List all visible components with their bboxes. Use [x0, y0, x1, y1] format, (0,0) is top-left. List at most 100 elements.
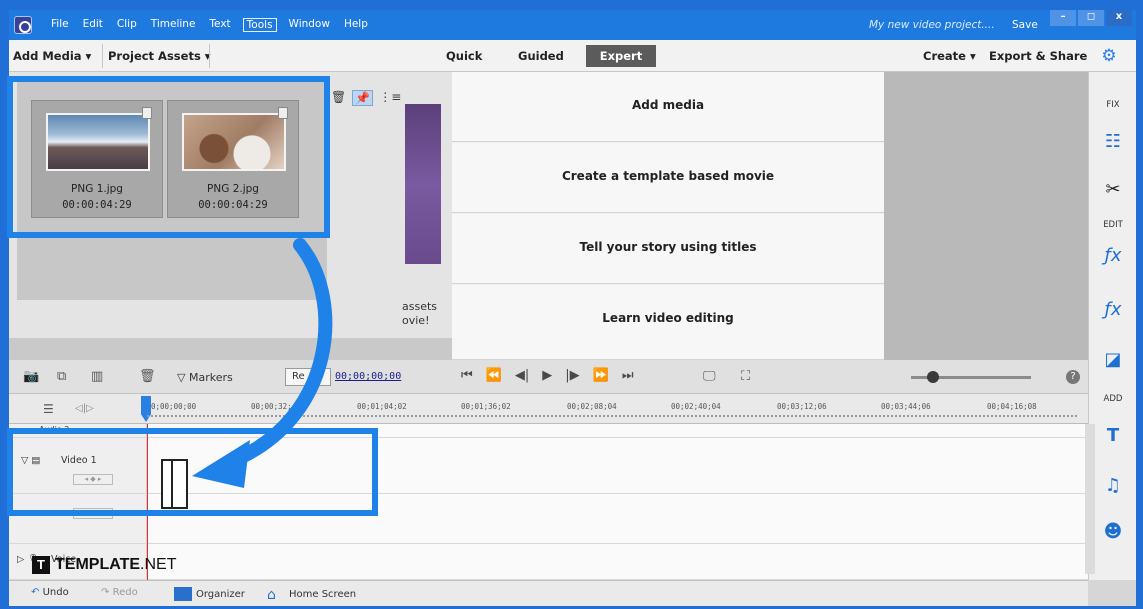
ruler-tick: 00;01;04;02 [357, 402, 407, 411]
render-button[interactable]: Re [285, 368, 331, 386]
main-toolbar: Add Media ▾ Project Assets ▾ Quick Guide… [9, 40, 1136, 72]
redo-label: Redo [112, 587, 138, 598]
zoom-slider[interactable] [885, 371, 1055, 383]
timeline-scrollbar[interactable] [1085, 424, 1095, 574]
project-name: My new video project.... [869, 19, 995, 31]
panel-menu-icon[interactable]: ⋮≡ [379, 90, 401, 106]
help-icon[interactable]: ? [1066, 370, 1080, 384]
guide-add-media[interactable]: Add media [452, 72, 884, 142]
redo-button[interactable]: ↷ Redo [101, 587, 138, 598]
effects-icon[interactable]: ƒx [1100, 298, 1126, 322]
guide-label: Tell your story using titles [579, 240, 757, 254]
menu-clip[interactable]: Clip [115, 18, 139, 32]
caption-line: ovie! [402, 314, 430, 327]
fast-forward-icon[interactable]: ⏩ [593, 368, 609, 383]
pin-icon[interactable]: 📌 [352, 90, 374, 106]
applied-effects-icon[interactable]: ƒx [1100, 244, 1126, 268]
organizer-label: Organizer [196, 589, 245, 600]
go-to-end-icon[interactable]: ⏭ [622, 368, 634, 383]
menu-help[interactable]: Help [342, 18, 370, 32]
minimize-button[interactable]: – [1050, 10, 1076, 26]
menu-edit[interactable]: Edit [81, 18, 105, 32]
home-screen-button[interactable]: ⌂ Home Screen [267, 587, 357, 603]
watermark-logo-icon: T [32, 556, 50, 574]
fit-icon[interactable]: ⛶ [741, 369, 750, 384]
step-back-icon[interactable]: ◀| [515, 368, 529, 383]
undo-icon: ↶ [31, 587, 40, 598]
rewind-icon[interactable]: ⏪ [486, 368, 502, 383]
timecode-display[interactable]: 00;00;00;00 [335, 371, 401, 382]
adjust-icon[interactable]: ☷ [1100, 130, 1126, 154]
ruler-scale [147, 415, 1077, 419]
assets-caption: assets ovie! [402, 300, 437, 328]
menu-bar: File Edit Clip Timeline Text Tools Windo… [49, 18, 370, 32]
panel-footer [9, 338, 452, 360]
guide-template-movie[interactable]: Create a template based movie [452, 143, 884, 213]
menu-text[interactable]: Text [207, 18, 232, 32]
play-icon[interactable]: ▶ [542, 368, 552, 383]
markers-label: Markers [188, 371, 233, 384]
graphics-icon[interactable]: ☻ [1100, 520, 1126, 544]
toolbar-divider [209, 44, 210, 68]
camera-icon[interactable]: 📷 [23, 369, 39, 384]
ruler-tick: 00;02;40;04 [671, 402, 721, 411]
tab-guided[interactable]: Guided [518, 49, 564, 63]
guide-label: Create a template based movie [561, 169, 775, 183]
split-icon[interactable]: ▥ [91, 369, 103, 384]
menu-window[interactable]: Window [287, 18, 332, 32]
zoom-handle[interactable] [927, 371, 939, 383]
watermark-brand: TEMPLATE [55, 556, 141, 573]
ruler-tick: 00;01;36;02 [461, 402, 511, 411]
add-track-icon[interactable]: ⧉ [57, 369, 66, 384]
delete-icon[interactable]: 🗑 [139, 369, 156, 384]
tab-expert[interactable]: Expert [586, 45, 656, 67]
caption-line: assets [402, 300, 438, 313]
ruler-tick: 00;04;16;08 [987, 402, 1037, 411]
guide-titles[interactable]: Tell your story using titles [452, 214, 884, 284]
home-label: Home Screen [289, 589, 357, 600]
menu-file[interactable]: File [49, 18, 71, 32]
save-button[interactable]: Save [1012, 19, 1038, 31]
highlight-track-callout [7, 428, 378, 516]
close-button[interactable]: x [1106, 10, 1132, 26]
trash-icon[interactable]: 🗑 [331, 90, 346, 106]
add-media-button[interactable]: Add Media ▾ [13, 49, 91, 63]
create-button[interactable]: Create ▾ [923, 49, 976, 63]
go-to-start-icon[interactable]: ⏮ [461, 368, 473, 383]
guide-learn-editing[interactable]: Learn video editing [452, 285, 884, 360]
settings-gear-icon[interactable]: ⚙ [1099, 46, 1119, 66]
step-forward-icon[interactable]: |▶ [565, 368, 579, 383]
undo-label: Undo [42, 587, 69, 598]
side-toolbar: FIX ☷ ✂ EDIT ƒx ƒx ◪ ADD T ♫ ☻ [1088, 72, 1136, 580]
audio-toggle-icon[interactable]: ◁|▷ [75, 403, 94, 414]
organizer-button[interactable]: Organizer [174, 587, 245, 601]
window-controls: – ◻ x [1050, 10, 1132, 26]
highlight-assets-callout [7, 76, 330, 238]
panel-controls: 🗑 📌 ⋮≡ [331, 90, 401, 106]
transitions-icon[interactable]: ◪ [1100, 348, 1126, 372]
menu-timeline[interactable]: Timeline [149, 18, 198, 32]
markers-dropdown[interactable]: ▽ Markers [177, 371, 233, 384]
menu-tools[interactable]: Tools [242, 18, 277, 32]
export-share-button[interactable]: Export & Share [989, 49, 1087, 63]
monitor-icon[interactable]: 🖵 [703, 369, 716, 384]
project-assets-button[interactable]: Project Assets ▾ [108, 49, 211, 63]
maximize-button[interactable]: ◻ [1078, 10, 1104, 26]
add-label: ADD [1103, 394, 1123, 404]
monitor-area [884, 72, 1088, 360]
undo-button[interactable]: ↶ Undo [31, 587, 69, 598]
titles-icon[interactable]: T [1100, 424, 1126, 448]
tab-quick[interactable]: Quick [446, 49, 482, 63]
watermark: T TEMPLATE .NET [32, 556, 176, 574]
track-options-icon[interactable]: ☰ [43, 402, 54, 416]
timeline-ruler[interactable]: ☰ ◁|▷ 0;00;00;00 00;00;32; 00;01;04;02 0… [9, 394, 1088, 424]
tools-icon[interactable]: ✂ [1100, 178, 1126, 202]
ruler-tick: 00;02;08;04 [567, 402, 617, 411]
timeline-controls: 📷 ⧉ ▥ 🗑 ▽ Markers Re 00;00;00;00 ⏮ ⏪ ◀| … [9, 360, 1088, 394]
home-icon: ⌂ [267, 587, 276, 603]
music-icon[interactable]: ♫ [1100, 474, 1126, 498]
ruler-tick: 00;03;12;06 [777, 402, 827, 411]
redo-icon: ↷ [101, 587, 110, 598]
watermark-suffix: .NET [140, 556, 177, 573]
preview-thumbnail [405, 104, 441, 264]
